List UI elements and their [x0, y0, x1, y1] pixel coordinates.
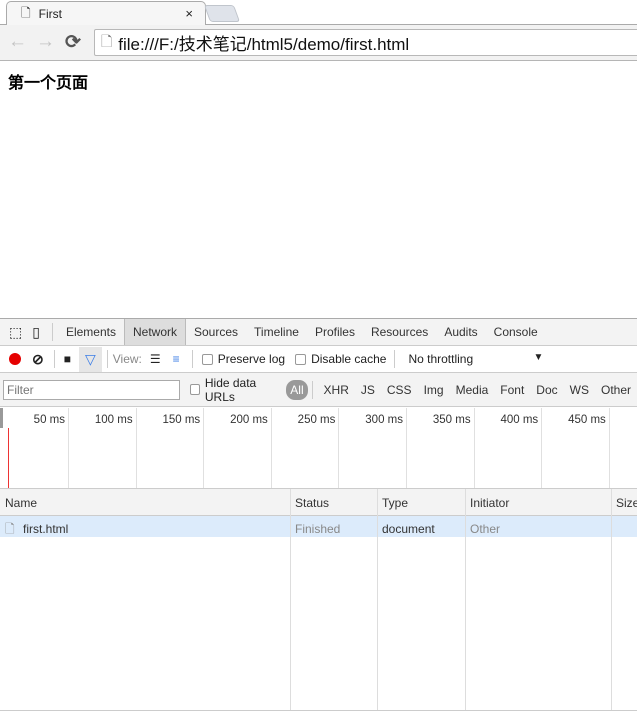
timeline-tick-label: 200 ms: [230, 414, 268, 426]
inspect-icon[interactable]: ⬚: [9, 324, 22, 341]
tab-console[interactable]: Console: [486, 319, 546, 345]
column-status[interactable]: Status: [295, 496, 329, 510]
timeline-tick-label: 150 ms: [162, 414, 201, 426]
tab-timeline[interactable]: Timeline: [246, 319, 307, 345]
page-icon: 🗋: [21, 5, 31, 20]
overview-handle[interactable]: [0, 408, 3, 428]
column-initiator[interactable]: Initiator: [470, 496, 509, 510]
filter-js[interactable]: JS: [361, 383, 375, 397]
timeline-tick-label: 450 ms: [568, 414, 606, 426]
column-size[interactable]: Size: [616, 496, 637, 510]
hide-data-urls-label: Hide data URLs: [204, 375, 257, 404]
filter-bar: Hide data URLs All XHR JS CSS Img Media …: [0, 373, 637, 407]
overview-icon[interactable]: ≡: [173, 352, 180, 366]
timeline-tick-label: 400 ms: [500, 414, 539, 426]
timeline-gridline: [541, 408, 543, 488]
devtools-tabbar: ⬚ ▯ Elements Network Sources Timeline Pr…: [0, 319, 637, 346]
timeline-tick-label: 100 ms: [94, 414, 133, 426]
tab-profiles[interactable]: Profiles: [307, 319, 363, 345]
disable-cache-checkbox[interactable]: [295, 353, 307, 365]
devtools-panel: ⬚ ▯ Elements Network Sources Timeline Pr…: [0, 318, 637, 711]
tab-audits[interactable]: Audits: [436, 319, 485, 345]
filter-ws[interactable]: WS: [570, 383, 589, 397]
timeline-tick-label: 250 ms: [297, 414, 336, 426]
timeline-gridline: [338, 408, 340, 488]
view-label: View:: [112, 352, 142, 366]
filter-font[interactable]: Font: [500, 383, 524, 397]
timeline-gridline: [135, 408, 137, 488]
record-icon[interactable]: [9, 353, 21, 365]
timeline-tick-label: 50 ms: [33, 414, 65, 426]
timeline-overview[interactable]: 50 ms 100 ms 150 ms 200 ms 250 ms 300 ms 350 m…: [0, 408, 637, 489]
filter-media[interactable]: Media: [456, 383, 489, 397]
filter-other[interactable]: Other: [601, 383, 631, 397]
reload-icon[interactable]: ⟳: [65, 31, 81, 54]
filter-all[interactable]: All: [286, 379, 308, 400]
throttling-value: No throttling: [408, 352, 474, 366]
page-icon: 🗋: [101, 32, 113, 49]
url-text: file:///F:/技术笔记/html5/demo/first.html: [118, 35, 410, 54]
forward-icon[interactable]: →: [36, 31, 55, 53]
address-bar[interactable]: 🗋 file:///F:/技术笔记/html5/demo/first.html: [94, 29, 637, 56]
close-tab-icon[interactable]: ×: [185, 6, 193, 21]
hide-data-urls-checkbox[interactable]: [189, 384, 200, 395]
timeline-gridline: [473, 408, 475, 488]
tab-elements[interactable]: Elements: [58, 319, 124, 345]
tab-network[interactable]: Network: [123, 319, 186, 345]
timeline-gridline: [203, 408, 205, 488]
filter-doc[interactable]: Doc: [536, 383, 557, 397]
filter-input[interactable]: [3, 379, 180, 400]
tab-title: First: [38, 7, 62, 21]
clear-icon[interactable]: ⊘: [32, 351, 44, 368]
disable-cache-label: Disable cache: [311, 352, 387, 366]
filter-icon[interactable]: ▽: [78, 346, 102, 372]
column-type[interactable]: Type: [382, 496, 408, 510]
filter-img[interactable]: Img: [424, 383, 444, 397]
page-heading: 第一个页面: [8, 75, 89, 92]
dropdown-arrow-icon: ▼: [533, 352, 544, 363]
timeline-gridline: [608, 408, 610, 488]
back-icon[interactable]: ←: [8, 31, 27, 53]
preserve-log-checkbox[interactable]: [201, 353, 213, 365]
throttling-select[interactable]: No throttling ▼: [408, 352, 543, 366]
requests-table: Name Status Type Initiator Size 🗋 first.…: [0, 489, 637, 712]
timeline-gridline: [270, 408, 272, 488]
device-icon[interactable]: ▯: [32, 324, 40, 341]
capture-screenshots-icon[interactable]: ■: [64, 352, 71, 366]
timeline-gridline: [68, 408, 69, 488]
load-event-line: [8, 428, 9, 488]
network-toolbar: ⊘ ■ ▽ View: ☰ ≡ Preserve log Disable cac…: [0, 346, 637, 373]
request-status: Finished: [295, 522, 341, 536]
preserve-log-label: Preserve log: [217, 352, 286, 366]
request-initiator: Other: [470, 522, 501, 536]
browser-tab[interactable]: 🗋 First ×: [6, 1, 206, 26]
request-type: document: [382, 522, 435, 536]
list-view-icon[interactable]: ☰: [150, 352, 161, 366]
filter-css[interactable]: CSS: [387, 383, 412, 397]
tab-resources[interactable]: Resources: [363, 319, 436, 345]
browser-toolbar: ← → ⟳ 🗋 file:///F:/技术笔记/html5/demo/first…: [0, 25, 637, 61]
request-name[interactable]: first.html: [23, 522, 68, 536]
column-name[interactable]: Name: [5, 496, 37, 510]
document-icon: 🗋: [5, 522, 15, 536]
filter-xhr[interactable]: XHR: [324, 383, 349, 397]
new-tab-button[interactable]: [203, 5, 241, 22]
timeline-gridline: [406, 408, 407, 488]
tab-sources[interactable]: Sources: [186, 319, 246, 345]
timeline-tick-label: 300 ms: [365, 414, 403, 426]
timeline-tick-label: 350 ms: [432, 414, 471, 426]
